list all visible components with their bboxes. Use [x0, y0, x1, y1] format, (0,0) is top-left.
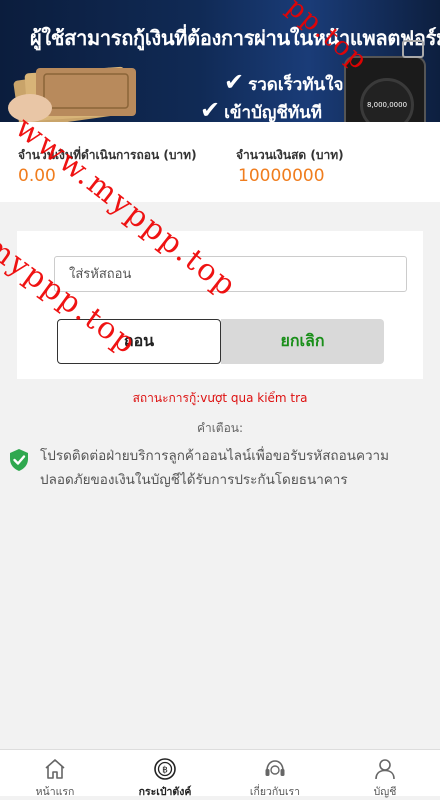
nav-item-home[interactable]: หน้าแรก	[0, 750, 110, 798]
nav-item-account[interactable]: บัญชี	[330, 750, 440, 798]
phone-image: 8,000,0000	[344, 56, 426, 122]
nav-label-about: เกี่ยวกับเรา	[249, 786, 301, 798]
cancel-button[interactable]: ยกเลิก	[221, 319, 384, 364]
warning-message: โปรดติดต่อฝ่ายบริการลูกค้าออนไลน์เพื่อขอ…	[40, 448, 390, 488]
about-icon	[265, 760, 285, 776]
wallet-icon: ฿	[154, 758, 176, 780]
balance-panel: จำนวนเงินที่ดำเนินการถอน (บาท) 0.00 จำนว…	[0, 122, 440, 202]
loan-status: สถานะการกู้:vượt qua kiểm tra	[132, 391, 308, 405]
banner-headline: ผู้ใช้สามารถกู้เงินที่ต้องการผ่านในหน้าแ…	[30, 26, 440, 50]
withdraw-button[interactable]: ถอน	[57, 319, 221, 364]
shield-icon	[10, 449, 28, 471]
processing-amount-label: จำนวนเงินที่ดำเนินการถอน (บาท)	[18, 148, 197, 162]
warning-title: คำเตือน:	[196, 421, 244, 435]
banner-logo-icon	[402, 40, 424, 58]
svg-text:฿: ฿	[162, 766, 168, 776]
check-icon: ✔	[224, 68, 245, 96]
banner-check-fast: ✔ รวดเร็วทันใจ	[224, 68, 344, 96]
check-icon: ✔	[200, 96, 221, 122]
home-icon	[45, 759, 65, 779]
account-icon	[375, 759, 395, 780]
money-image	[8, 66, 136, 122]
nav-label-wallet: กระเป๋าตังค์	[138, 786, 192, 798]
banner-check-account: ✔ เข้าบัญชีทันที	[200, 96, 322, 122]
cash-amount-label: จำนวนเงินสด (บาท)	[236, 148, 344, 162]
nav-label-home: หน้าแรก	[35, 786, 75, 798]
promo-banner: ผู้ใช้สามารถกู้เงินที่ต้องการผ่านในหน้าแ…	[0, 0, 440, 122]
withdraw-code-input[interactable]	[54, 256, 407, 292]
nav-item-wallet[interactable]: ฿ กระเป๋าตังค์	[110, 750, 220, 798]
cash-amount-value: 10000000	[238, 166, 325, 186]
nav-item-about[interactable]: เกี่ยวกับเรา	[220, 750, 330, 798]
processing-amount-value: 0.00	[18, 166, 56, 186]
withdraw-form: ถอน ยกเลิก	[17, 231, 423, 379]
phone-dial: 8,000,0000	[360, 78, 414, 122]
nav-label-account: บัญชี	[373, 786, 397, 798]
bottom-nav: หน้าแรก ฿ กระเป๋าตังค์ เกี่ยวกับเรา บัญช…	[0, 749, 440, 798]
